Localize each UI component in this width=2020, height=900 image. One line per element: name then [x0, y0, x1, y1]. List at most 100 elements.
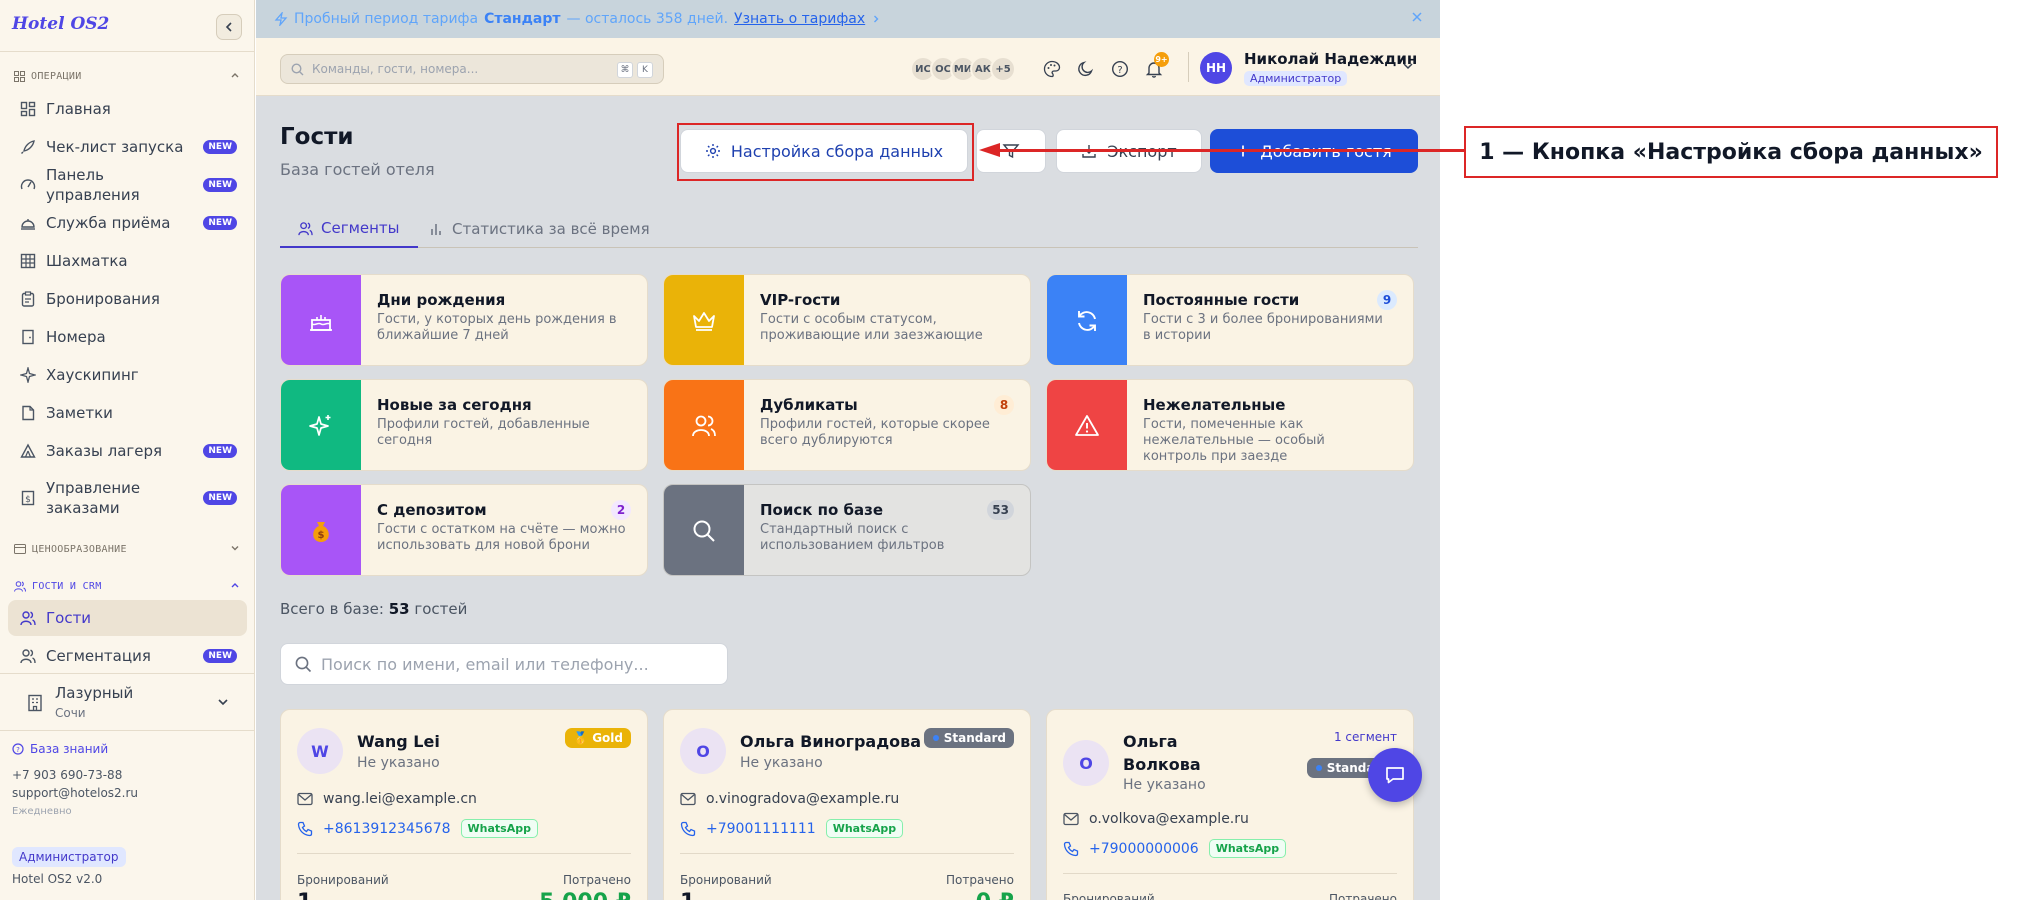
- command-search[interactable]: Команды, гости, номера... ⌘ K: [280, 54, 664, 84]
- sidebar-item-rooms[interactable]: Номера: [8, 319, 247, 355]
- segment-icon-tile: [281, 380, 361, 470]
- sidebar-item-label: Главная: [46, 100, 111, 118]
- divider: [680, 853, 1014, 854]
- pricing-link[interactable]: Узнать о тарифах: [734, 11, 865, 27]
- notifications-button[interactable]: 9+: [1142, 52, 1169, 81]
- guest-card[interactable]: О Ольга Волкова Не указано 1 сегмент Sta…: [1046, 709, 1414, 900]
- chevron-down-icon: [231, 546, 239, 551]
- page-title: Гости: [280, 124, 354, 150]
- card-icon: [14, 544, 26, 554]
- hotel-city: Сочи: [55, 706, 86, 720]
- segment-count-label: 1 сегмент: [1333, 730, 1397, 744]
- guest-email[interactable]: wang.lei@example.cn: [323, 791, 477, 807]
- close-icon[interactable]: [1410, 10, 1424, 24]
- lightning-icon: [274, 12, 288, 26]
- guest-phone[interactable]: +79000000006: [1089, 841, 1199, 857]
- guest-search: [280, 643, 728, 685]
- whatsapp-badge[interactable]: WhatsApp: [825, 819, 904, 838]
- segment-count-badge: 53: [987, 500, 1014, 520]
- guest-name[interactable]: Wang Lei: [357, 730, 547, 753]
- dark-mode-button[interactable]: [1074, 57, 1098, 81]
- sidebar-item-housekeeping[interactable]: Хаускипинг: [8, 357, 247, 393]
- user-avatar[interactable]: НН: [1200, 52, 1232, 84]
- sidebar-item-dashboard[interactable]: Панель управления NEW: [8, 166, 247, 204]
- table-grid-icon: [20, 253, 36, 269]
- users-icon: [14, 580, 26, 592]
- segment-card-vip[interactable]: VIP-гости Гости с особым статусом, прожи…: [663, 274, 1031, 366]
- guest-phone[interactable]: +8613912345678: [323, 821, 451, 837]
- segment-card-birthdays[interactable]: Дни рождения Гости, у которых день рожде…: [280, 274, 648, 366]
- guest-card[interactable]: О Ольга Виноградова Не указано Standard …: [663, 709, 1031, 900]
- total-count: 53: [388, 600, 410, 618]
- section-operations[interactable]: ОПЕРАЦИИ: [14, 67, 244, 85]
- sidebar-item-frontdesk[interactable]: Служба приёма NEW: [8, 205, 247, 241]
- guest-email-row: wang.lei@example.cn: [297, 791, 477, 807]
- trial-banner: Пробный период тарифа Стандарт — осталос…: [256, 0, 1440, 38]
- segment-card-regulars[interactable]: Постоянные гости Гости с 3 и более брони…: [1046, 274, 1414, 366]
- sidebar-item-home[interactable]: Главная: [8, 91, 247, 127]
- theme-palette-button[interactable]: [1040, 57, 1064, 81]
- sidebar-item-camp-orders[interactable]: Заказы лагеря NEW: [8, 433, 247, 469]
- users-icon: [20, 649, 36, 664]
- guest-email[interactable]: o.volkova@example.ru: [1089, 811, 1249, 827]
- chevron-down-icon[interactable]: [1402, 60, 1414, 72]
- tab-statistics[interactable]: Статистика за всё время: [430, 210, 650, 248]
- segment-title: С депозитом: [377, 501, 487, 519]
- sidebar-item-chessboard[interactable]: Шахматка: [8, 243, 247, 279]
- whatsapp-badge[interactable]: WhatsApp: [1208, 839, 1287, 858]
- guest-email[interactable]: o.vinogradova@example.ru: [706, 791, 899, 807]
- whatsapp-badge[interactable]: WhatsApp: [460, 819, 538, 838]
- phone-icon: [297, 821, 313, 836]
- guest-search-input[interactable]: [321, 644, 721, 684]
- guest-email-row: o.volkova@example.ru: [1063, 811, 1249, 827]
- medal-icon: 🥇: [573, 731, 589, 745]
- sidebar-item-guests[interactable]: Гости: [8, 600, 247, 636]
- sidebar-item-bookings[interactable]: Бронирования: [8, 281, 247, 317]
- segment-icon-tile: [281, 275, 361, 365]
- knowledge-base-link[interactable]: ? База знаний: [12, 742, 108, 756]
- clipboard-icon: [21, 291, 35, 307]
- total-guests: Всего в базе: 53 гостей: [280, 600, 467, 618]
- segment-card-duplicates[interactable]: Дубликаты Профили гостей, которые скорее…: [663, 379, 1031, 471]
- guest-phone[interactable]: +79001111111: [706, 821, 816, 837]
- receipt-icon: $: [21, 490, 35, 506]
- segment-card-new-today[interactable]: Новые за сегодня Профили гостей, добавле…: [280, 379, 648, 471]
- svg-text:?: ?: [16, 746, 20, 754]
- support-email[interactable]: support@hotelos2.ru: [12, 786, 138, 800]
- sidebar-item-notes[interactable]: Заметки: [8, 395, 247, 431]
- new-badge: NEW: [203, 444, 237, 458]
- help-button[interactable]: ?: [1108, 57, 1132, 81]
- sidebar-item-checklist[interactable]: Чек-лист запуска NEW: [8, 129, 247, 165]
- collapse-sidebar-button[interactable]: [216, 14, 242, 40]
- section-pricing[interactable]: ЦЕНООБРАЗОВАНИЕ: [14, 540, 244, 558]
- sidebar-item-segmentation[interactable]: Сегментация NEW: [8, 638, 247, 674]
- segment-card-search[interactable]: Поиск по базе Стандартный поиск с исполь…: [663, 484, 1031, 576]
- users-icon: [298, 221, 313, 235]
- sidebar-item-order-management[interactable]: $ Управление заказами NEW: [8, 472, 247, 524]
- user-name[interactable]: Николай Надеждин: [1244, 50, 1417, 68]
- tab-segments[interactable]: Сегменты: [280, 210, 418, 248]
- sidebar-item-label: Гости: [46, 609, 92, 627]
- guest-avatar: W: [297, 728, 343, 774]
- hotel-switcher[interactable]: Лазурный Сочи: [0, 673, 254, 731]
- support-phone[interactable]: +7 903 690-73-88: [12, 768, 122, 782]
- guest-name[interactable]: Ольга Волкова: [1123, 730, 1253, 776]
- online-users[interactable]: ИС ОС МИ АК +5: [910, 56, 1016, 82]
- sidebar-item-label: Сегментация: [46, 647, 151, 665]
- spent-value: 5 000 ₽: [539, 890, 631, 900]
- knowledge-base-label: База знаний: [30, 742, 109, 756]
- guest-card[interactable]: W Wang Lei Не указано 🥇 Gold wang.lei@ex…: [280, 709, 648, 900]
- search-icon: [291, 62, 304, 75]
- section-crm[interactable]: ГОСТИ И CRM: [14, 577, 244, 595]
- svg-text:$: $: [25, 495, 31, 505]
- sidebar-item-label: Заказы лагеря: [46, 442, 163, 460]
- chat-button[interactable]: [1368, 748, 1422, 802]
- support-schedule: Ежедневно: [12, 806, 72, 817]
- brand-logo[interactable]: Hotel OS2: [12, 14, 109, 34]
- sidebar-header: Hotel OS2: [0, 0, 254, 52]
- guest-name[interactable]: Ольга Виноградова: [740, 730, 930, 753]
- bookings-value: 1: [297, 890, 312, 900]
- cake-icon: [310, 315, 332, 331]
- segment-card-blacklist[interactable]: Нежелательные Гости, помеченные как неже…: [1046, 379, 1414, 471]
- segment-card-deposit[interactable]: $ С депозитом Гости с остатком на счёте …: [280, 484, 648, 576]
